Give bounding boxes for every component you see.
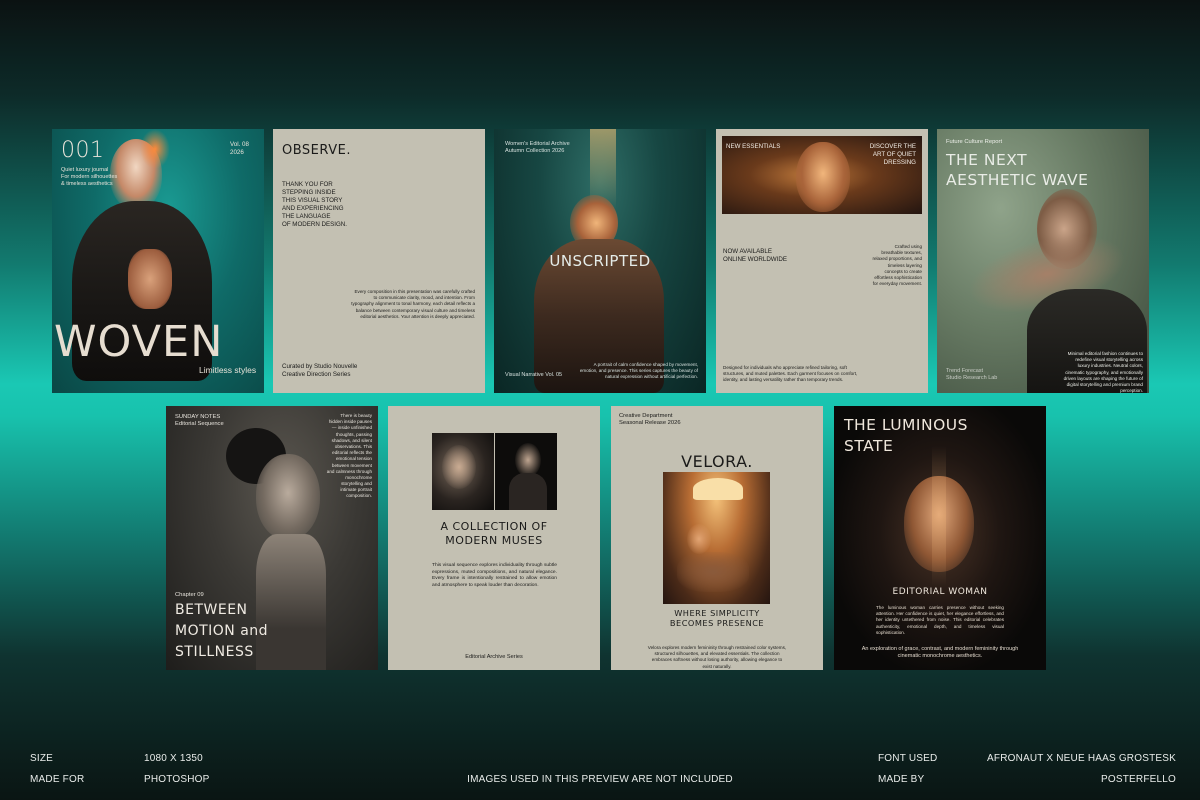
sunday-title-2: MOTION and xyxy=(175,623,269,639)
footer-font-label: FONT USED xyxy=(878,753,938,764)
aesthetic-footer-2: Studio Research Lab xyxy=(946,375,998,381)
woven-vol: Vol. 08 xyxy=(230,141,249,148)
sunday-chapter: Chapter 09 xyxy=(175,592,204,598)
card-velora[interactable]: Creative Department Seasonal Release 202… xyxy=(611,406,823,670)
woven-number: 001 xyxy=(61,138,105,163)
card-luminous[interactable]: THE LUMINOUS STATE EDITORIAL WOMAN The l… xyxy=(834,406,1046,670)
card-sunday[interactable]: SUNDAY NOTES Editorial Sequence There is… xyxy=(166,406,378,670)
muses-title-2: MODERN MUSES xyxy=(445,534,543,547)
velora-photo xyxy=(663,472,770,604)
luminous-body: The luminous woman carries presence with… xyxy=(876,605,1004,635)
footer-made-for-value: PHOTOSHOP xyxy=(144,774,210,785)
observe-credit-1: Curated by Studio Nouvelle xyxy=(282,363,358,370)
sunday-side: There is beauty hidden inside pauses — i… xyxy=(326,413,372,499)
card-aesthetic[interactable]: Future Culture Report THE NEXT AESTHETIC… xyxy=(937,129,1149,393)
velora-sub-1: WHERE SIMPLICITY xyxy=(674,608,760,618)
muses-photo-left xyxy=(432,433,494,510)
essentials-avail-1: NOW AVAILABLE xyxy=(723,248,772,255)
essentials-avail-2: ONLINE WORLDWIDE xyxy=(723,256,787,263)
sunday-title-1: BETWEEN xyxy=(175,602,248,618)
unscripted-top-2: Autumn Collection 2026 xyxy=(505,148,565,154)
unscripted-footer-left: Visual Narrative Vol. 05 xyxy=(505,372,563,378)
observe-intro-3: THIS VISUAL STORY xyxy=(282,197,343,204)
observe-intro-5: THE LANGUAGE xyxy=(282,213,331,220)
velora-sub-2: BECOMES PRESENCE xyxy=(669,618,765,628)
sunday-top-2: Editorial Sequence xyxy=(175,421,224,427)
luminous-footer: An exploration of grace, contrast, and m… xyxy=(861,646,1019,660)
velora-top-2: Seasonal Release 2026 xyxy=(619,420,681,426)
sunday-title-3: STILLNESS xyxy=(175,644,254,660)
card-unscripted[interactable]: Women's Editorial Archive Autumn Collect… xyxy=(494,129,706,393)
aesthetic-title-1: THE NEXT xyxy=(946,151,1028,169)
unscripted-footer-right: A portrait of calm confidence shaped by … xyxy=(579,362,698,380)
essentials-body: Designed for individuals who appreciate … xyxy=(723,365,858,383)
woven-tagline-3: & timeless aesthetics xyxy=(61,181,113,187)
observe-intro-1: THANK YOU FOR xyxy=(282,181,333,188)
card-essentials[interactable]: NEW ESSENTIALS DISCOVER THE ART OF QUIET… xyxy=(716,129,928,393)
aesthetic-title-2: AESTHETIC WAVE xyxy=(946,171,1089,189)
luminous-title-2: STATE xyxy=(844,437,894,455)
woven-year: 2026 xyxy=(230,149,244,156)
observe-intro-4: AND EXPERIENCING xyxy=(282,205,344,212)
muses-photo-right xyxy=(495,433,557,510)
luminous-title-1: THE LUMINOUS xyxy=(844,416,968,434)
aesthetic-body: Minimal editorial fashion continues to r… xyxy=(1063,351,1143,393)
observe-intro-2: STEPPING INSIDE xyxy=(282,189,336,196)
muses-title-1: A COLLECTION OF xyxy=(440,520,548,533)
woven-title: WOVEN xyxy=(54,317,224,367)
essentials-side: Crafted using breathable textures, relax… xyxy=(872,244,922,287)
footer-made-for-label: MADE FOR xyxy=(30,774,85,785)
footer-font-value: AFRONAUT X NEUE HAAS GROSTESK xyxy=(987,753,1176,764)
footer-made-by-label: MADE BY xyxy=(878,774,925,785)
muses-footer: Editorial Archive Series xyxy=(465,654,523,660)
woven-subtitle: Limitless styles xyxy=(199,365,257,375)
footer-size-value: 1080 X 1350 xyxy=(144,753,203,764)
essentials-right-1: DISCOVER THE xyxy=(869,143,916,150)
card-observe[interactable]: OBSERVE. THANK YOU FOR STEPPING INSIDE T… xyxy=(273,129,485,393)
observe-body: Every composition in this presentation w… xyxy=(351,289,475,319)
aesthetic-top: Future Culture Report xyxy=(946,139,1003,145)
observe-title: OBSERVE. xyxy=(282,143,351,158)
card-woven[interactable]: 001 Vol. 08 2026 Quiet luxury journal Fo… xyxy=(52,129,264,393)
essentials-left: NEW ESSENTIALS xyxy=(726,143,781,150)
muses-body: This visual sequence explores individual… xyxy=(432,563,557,588)
footer-made-by-value: POSTERFELLO xyxy=(1101,774,1176,785)
essentials-right-2: ART OF QUIET xyxy=(872,151,916,158)
velora-title: VELORA. xyxy=(681,452,753,471)
velora-body: Velora explores modern femininity throug… xyxy=(647,645,787,669)
footer-size-label: SIZE xyxy=(30,753,54,764)
luminous-subtitle: EDITORIAL WOMAN xyxy=(892,587,988,597)
observe-credit-2: Creative Direction Series xyxy=(282,371,351,378)
observe-intro-6: OF MODERN DESIGN. xyxy=(282,221,347,228)
footer-notice: IMAGES USED IN THIS PREVIEW ARE NOT INCL… xyxy=(467,774,733,785)
card-muses[interactable]: A COLLECTION OF MODERN MUSES This visual… xyxy=(388,406,600,670)
unscripted-title: UNSCRIPTED xyxy=(549,252,651,270)
essentials-right-3: DRESSING xyxy=(883,159,916,166)
